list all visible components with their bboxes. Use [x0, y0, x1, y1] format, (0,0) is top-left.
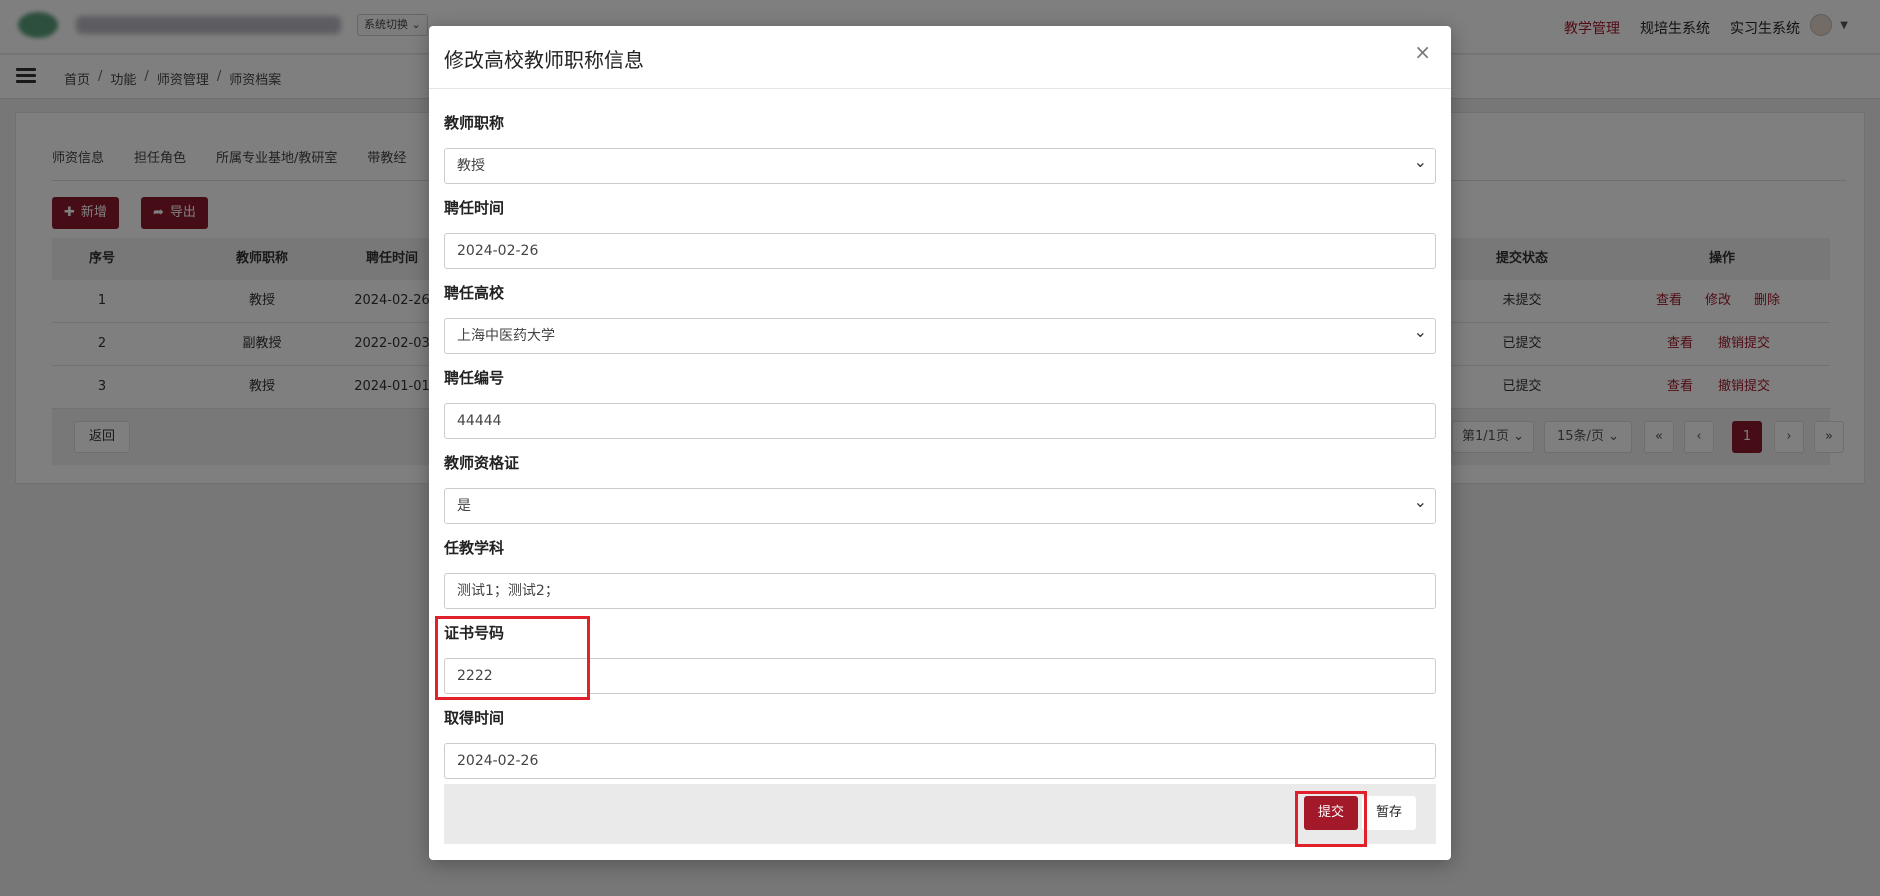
subject-input[interactable]: 测试1；测试2； [444, 573, 1436, 609]
label-obtained-date: 取得时间 [444, 709, 505, 727]
label-appointment-date: 聘任时间 [444, 199, 505, 217]
modal-title: 修改高校教师职称信息 [444, 48, 644, 72]
appointment-date-input[interactable]: 2024-02-26 [444, 233, 1436, 269]
label-teacher-certificate: 教师资格证 [444, 454, 520, 472]
label-university: 聘任高校 [444, 284, 505, 302]
obtained-date-input[interactable]: 2024-02-26 [444, 743, 1436, 779]
save-draft-button[interactable]: 暂存 [1362, 796, 1416, 830]
close-icon[interactable]: × [1414, 40, 1431, 64]
highlight-box-certificate [435, 616, 590, 700]
university-select[interactable]: 上海中医药大学 [444, 315, 1436, 354]
label-appointment-number: 聘任编号 [444, 369, 505, 387]
teacher-certificate-select[interactable]: 是 [444, 485, 1436, 524]
certificate-number-input[interactable]: 2222 [444, 658, 1436, 694]
label-teacher-title: 教师职称 [444, 114, 505, 132]
highlight-box-submit [1295, 791, 1367, 847]
appointment-number-input[interactable]: 44444 [444, 403, 1436, 439]
modal-header: 修改高校教师职称信息 × [429, 26, 1451, 89]
edit-title-modal: 修改高校教师职称信息 × 教师职称 教授 聘任时间 2024-02-26 聘任高… [429, 26, 1451, 860]
modal-footer: 提交 暂存 [444, 784, 1436, 844]
label-subject: 任教学科 [444, 539, 505, 557]
teacher-title-select[interactable]: 教授 [444, 145, 1436, 184]
